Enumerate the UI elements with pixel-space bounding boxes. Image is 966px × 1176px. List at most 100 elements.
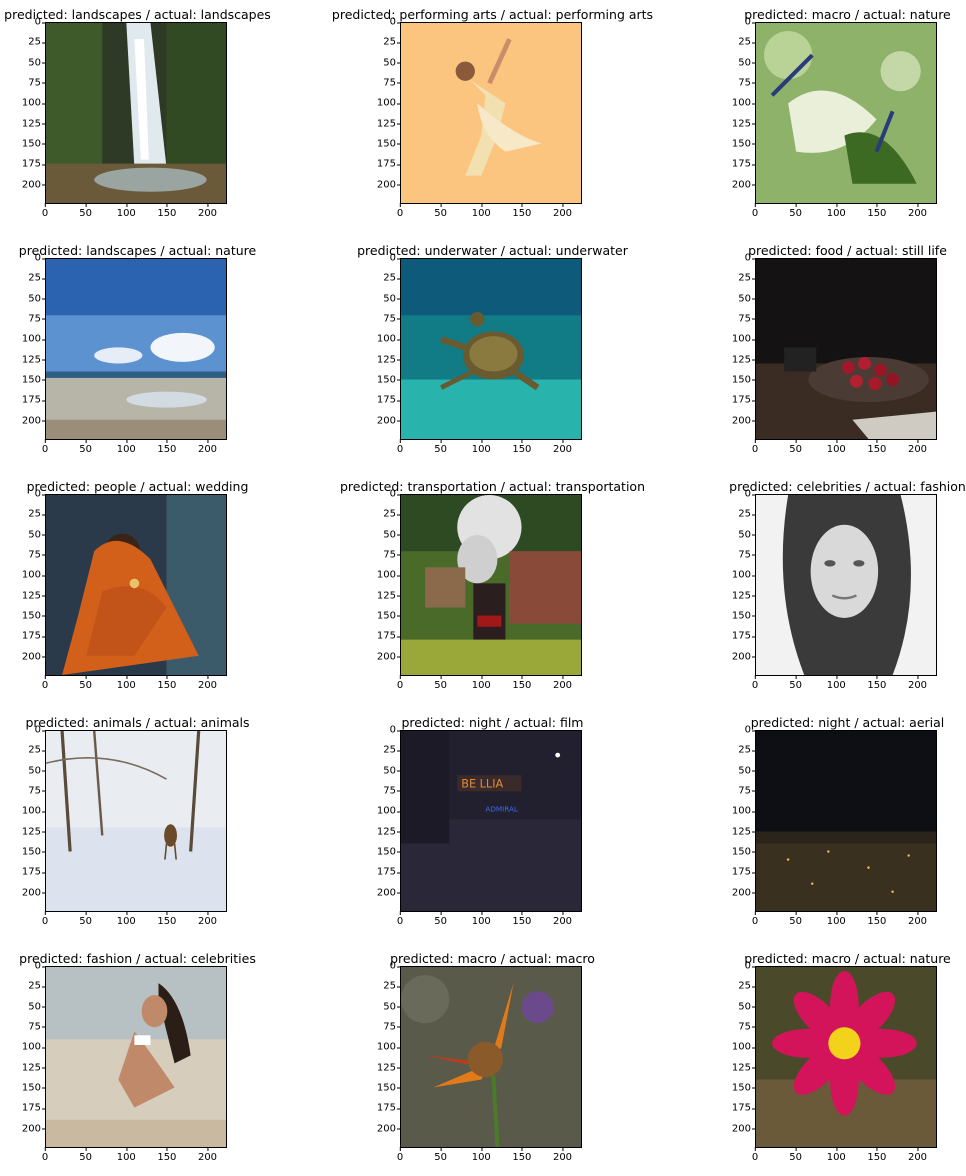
image-redflower <box>401 967 581 1147</box>
x-tick-label: 150 <box>867 1147 887 1163</box>
y-tick-label: 0 <box>11 961 46 972</box>
x-tick-label: 0 <box>396 203 404 219</box>
x-tick-label: 150 <box>157 911 177 927</box>
y-tick-label: 75 <box>11 313 46 324</box>
y-tick-label: 50 <box>11 57 46 68</box>
subplot-3: predicted: macro / actual: nature 0 25 50 75… <box>732 7 955 232</box>
y-tick-label: 25 <box>11 273 46 284</box>
x-tick-label: 0 <box>751 439 759 455</box>
y-tick-label: 0 <box>721 725 756 736</box>
x-tick-label: 0 <box>41 203 49 219</box>
y-tick-label: 175 <box>721 395 756 406</box>
y-tick-label: 200 <box>11 415 46 426</box>
x-tick-label: 150 <box>867 675 887 691</box>
svg-text:BE LLIA: BE LLIA <box>461 777 503 790</box>
image-beach <box>46 259 226 439</box>
y-tick-label: 100 <box>11 1042 46 1053</box>
x-tick-label: 150 <box>157 439 177 455</box>
subplot-11: predicted: night / actual: film BE LLIA AD… <box>377 715 600 940</box>
y-tick-label: 25 <box>721 981 756 992</box>
image-deer <box>46 731 226 911</box>
y-tick-label: 175 <box>366 1103 401 1114</box>
x-tick-label: 50 <box>79 203 92 219</box>
y-tick-label: 50 <box>721 1001 756 1012</box>
y-tick-label: 25 <box>721 273 756 284</box>
y-tick-label: 100 <box>366 806 401 817</box>
x-tick-label: 150 <box>867 203 887 219</box>
subplot-image <box>400 258 582 440</box>
subplot-15: predicted: macro / actual: nature 0 25 50 75… <box>732 951 955 1176</box>
y-tick-label: 125 <box>366 826 401 837</box>
y-tick-label: 75 <box>366 1021 401 1032</box>
subplot-title: predicted: night / actual: aerial <box>750 715 945 730</box>
image-cherries <box>756 259 936 439</box>
y-tick-label: 150 <box>366 610 401 621</box>
subplot-image <box>755 730 937 912</box>
y-tick-label: 25 <box>721 37 756 48</box>
x-tick-label: 200 <box>907 203 928 219</box>
y-tick-label: 200 <box>11 1123 46 1134</box>
svg-text:ADMIRAL: ADMIRAL <box>485 804 518 813</box>
y-tick-label: 125 <box>11 590 46 601</box>
image-city <box>756 731 936 911</box>
x-tick-label: 200 <box>197 203 218 219</box>
subplot-14: predicted: macro / actual: macro 0 25 50 75 1… <box>377 951 600 1176</box>
x-tick-label: 0 <box>41 911 49 927</box>
y-tick-label: 100 <box>366 334 401 345</box>
y-tick-label: 0 <box>11 725 46 736</box>
x-tick-label: 200 <box>552 675 573 691</box>
x-tick-label: 100 <box>471 911 491 927</box>
x-tick-label: 150 <box>512 1147 532 1163</box>
subplot-10: predicted: animals / actual: animals 0 25 5… <box>22 715 250 940</box>
x-tick-label: 100 <box>471 439 491 455</box>
x-tick-label: 200 <box>552 439 573 455</box>
x-tick-label: 200 <box>197 911 218 927</box>
subplot-title: predicted: macro / actual: nature <box>744 7 951 22</box>
x-tick-label: 0 <box>41 675 49 691</box>
y-tick-label: 75 <box>721 77 756 88</box>
y-tick-label: 25 <box>366 745 401 756</box>
y-tick-label: 150 <box>366 138 401 149</box>
y-tick-label: 200 <box>721 651 756 662</box>
image-waterfall <box>46 23 226 203</box>
y-tick-label: 150 <box>11 138 46 149</box>
y-tick-label: 125 <box>721 826 756 837</box>
subplot-image <box>45 730 227 912</box>
y-tick-label: 50 <box>11 293 46 304</box>
y-tick-label: 0 <box>11 489 46 500</box>
image-train <box>401 495 581 675</box>
y-tick-label: 175 <box>366 159 401 170</box>
x-tick-label: 100 <box>826 439 846 455</box>
subplot-image <box>400 22 582 204</box>
y-tick-label: 50 <box>366 1001 401 1012</box>
subplot-image <box>400 494 582 676</box>
image-dancer <box>401 23 581 203</box>
image-beachmodel <box>46 967 226 1147</box>
image-prediction-grid: predicted: landscapes / actual: landscap… <box>0 0 966 1170</box>
subplot-8: predicted: transportation / actual: tran… <box>340 479 645 704</box>
x-tick-label: 100 <box>116 1147 136 1163</box>
y-tick-label: 100 <box>721 1042 756 1053</box>
x-tick-label: 150 <box>512 911 532 927</box>
x-tick-label: 50 <box>434 675 447 691</box>
x-tick-label: 100 <box>116 203 136 219</box>
y-tick-label: 175 <box>11 159 46 170</box>
x-tick-label: 50 <box>434 911 447 927</box>
x-tick-label: 50 <box>434 203 447 219</box>
y-tick-label: 125 <box>11 826 46 837</box>
x-tick-label: 200 <box>907 439 928 455</box>
x-tick-label: 100 <box>826 203 846 219</box>
subplot-1: predicted: landscapes / actual: landscap… <box>4 7 271 232</box>
image-dragonfly <box>756 23 936 203</box>
y-tick-label: 200 <box>721 179 756 190</box>
y-tick-label: 25 <box>11 509 46 520</box>
image-portrait <box>756 495 936 675</box>
image-saree <box>46 495 226 675</box>
x-tick-label: 200 <box>552 203 573 219</box>
y-tick-label: 175 <box>366 631 401 642</box>
x-tick-label: 0 <box>751 675 759 691</box>
y-tick-label: 150 <box>11 1082 46 1093</box>
x-tick-label: 100 <box>471 1147 491 1163</box>
y-tick-label: 0 <box>366 961 401 972</box>
y-tick-label: 25 <box>366 509 401 520</box>
